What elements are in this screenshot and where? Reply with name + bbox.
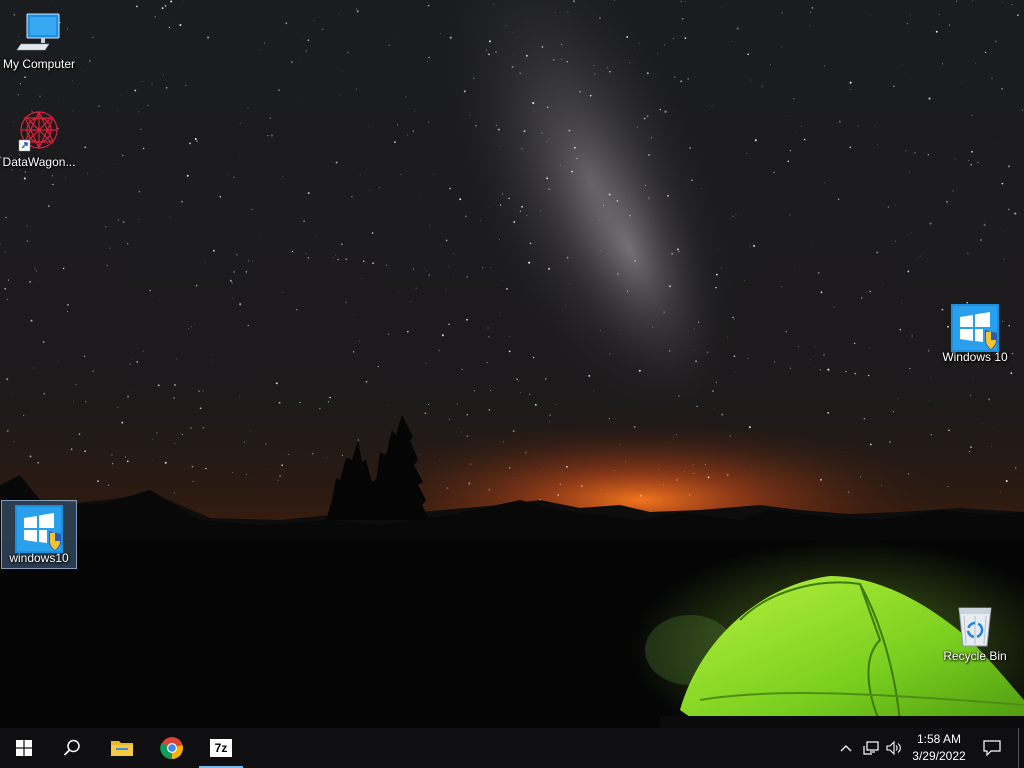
clock-time: 1:58 AM xyxy=(916,732,962,746)
chevron-up-icon xyxy=(840,745,852,752)
desktop-icon-label: windows10 xyxy=(9,551,69,565)
desktop-icon-label: Recycle Bin xyxy=(943,649,1007,663)
chrome-button[interactable] xyxy=(148,728,196,768)
desktop-icon-label: Windows 10 xyxy=(942,350,1008,364)
7zip-icon-text: 7z xyxy=(214,741,228,755)
datawagon-shortcut-icon xyxy=(15,108,63,152)
desktop-icon-label: DataWagon... xyxy=(2,155,76,169)
7zip-icon: 7z xyxy=(210,739,232,757)
search-button[interactable] xyxy=(48,728,96,768)
action-center-button[interactable] xyxy=(976,728,1008,768)
taskbar: 7z 1:58 AM 3/29/2022 xyxy=(0,728,1024,768)
desktop-icon-datawagon[interactable]: DataWagon... xyxy=(1,104,77,170)
start-button[interactable] xyxy=(0,728,48,768)
computer-icon xyxy=(15,10,63,54)
file-explorer-button[interactable] xyxy=(98,728,146,768)
clock-date: 3/29/2022 xyxy=(912,749,966,763)
volume-icon xyxy=(886,741,901,755)
desktop-icon-windows-10[interactable]: Windows 10 xyxy=(937,300,1013,366)
desktop-wallpaper xyxy=(0,0,1024,728)
folder-icon xyxy=(111,741,133,756)
windows10-installer-icon xyxy=(15,505,63,553)
show-desktop-button[interactable] xyxy=(1018,728,1024,768)
desktop-icon-label: My Computer xyxy=(2,57,76,71)
desktop-icon-my-computer[interactable]: My Computer xyxy=(1,6,77,72)
notification-icon xyxy=(983,740,1001,756)
recycle-bin-icon xyxy=(951,602,999,647)
network-tray-button[interactable] xyxy=(860,728,882,768)
taskbar-clock[interactable]: 1:58 AM 3/29/2022 xyxy=(906,728,972,768)
desktop-icon-recycle-bin[interactable]: Recycle Bin xyxy=(937,598,1013,664)
volume-tray-button[interactable] xyxy=(884,728,906,768)
windows-logo-icon xyxy=(16,740,32,756)
show-hidden-icons-button[interactable] xyxy=(835,728,857,768)
chrome-icon xyxy=(160,737,183,760)
search-icon xyxy=(63,739,80,756)
network-icon xyxy=(863,741,879,755)
desktop-icon-windows10[interactable]: windows10 xyxy=(1,500,77,569)
7zip-button[interactable]: 7z xyxy=(197,728,245,768)
windows10-installer-icon xyxy=(951,304,999,352)
